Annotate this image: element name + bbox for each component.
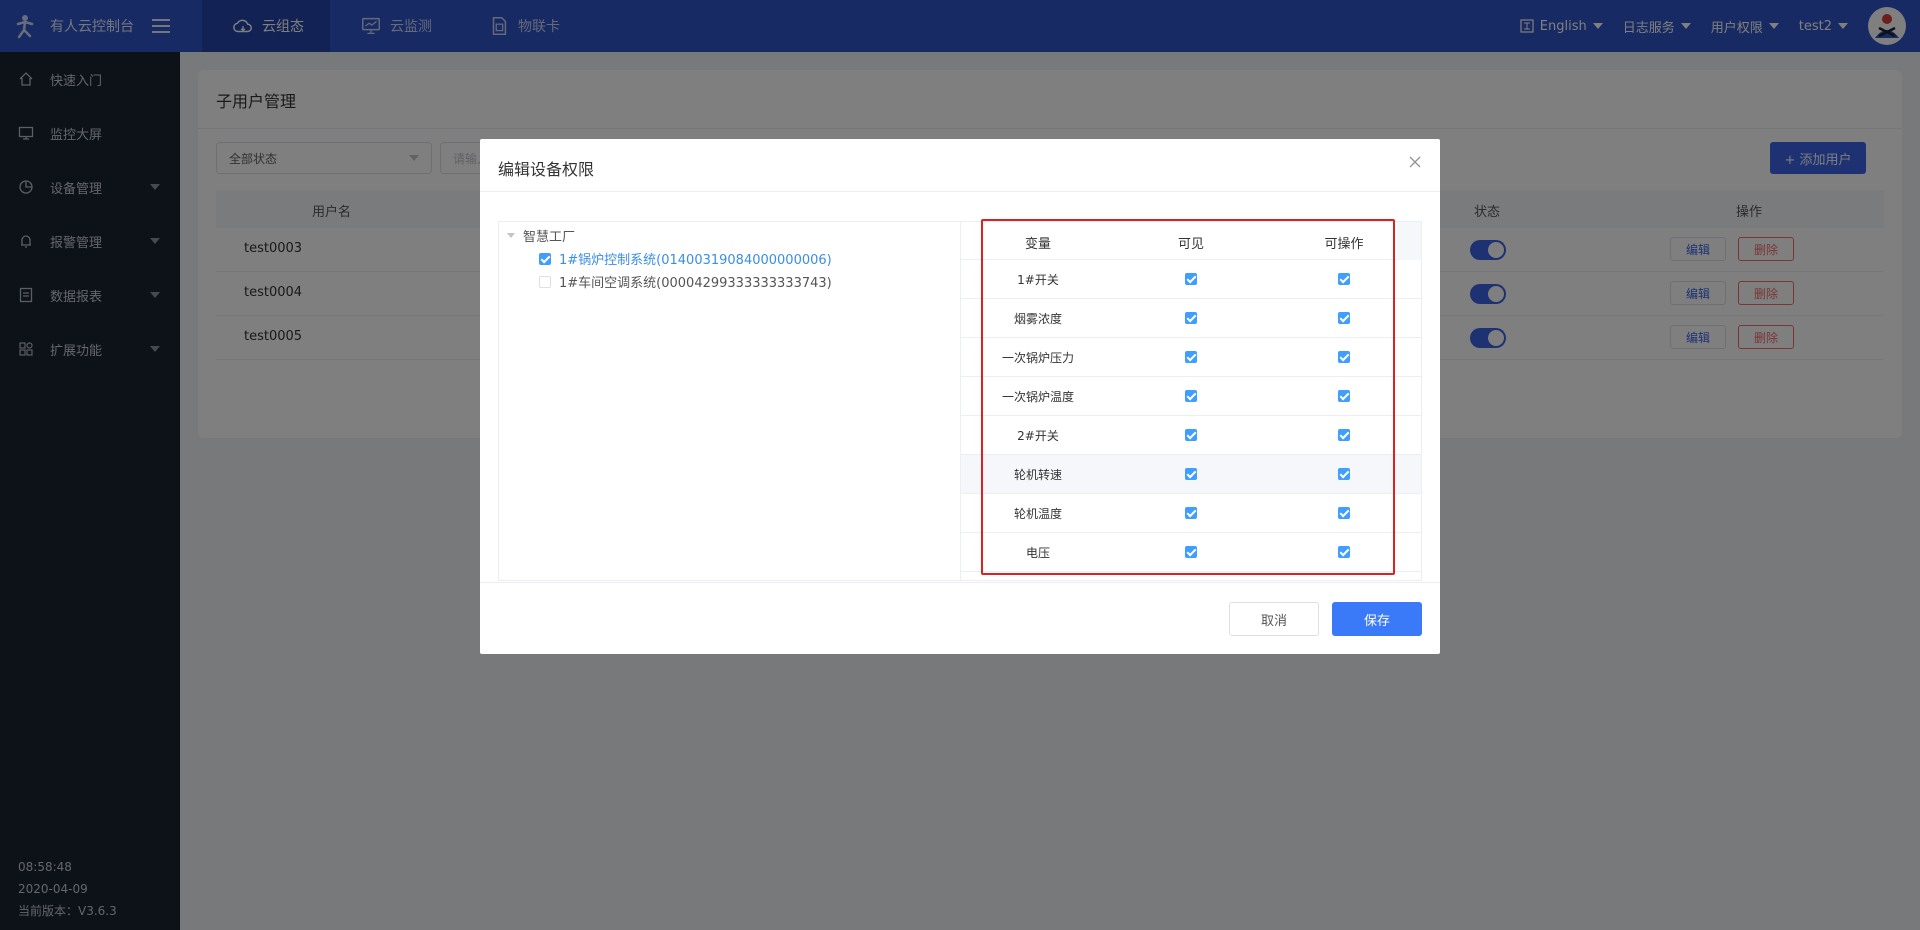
close-icon[interactable]: [1406, 153, 1424, 171]
tree-node-label: 1#锅炉控制系统(01400319084000000006): [559, 253, 832, 268]
dialog-title: 编辑设备权限: [498, 160, 595, 179]
caret-down-icon[interactable]: [507, 233, 515, 238]
highlight-box: [981, 219, 1395, 575]
scrollbar-gutter: [1397, 222, 1421, 260]
divider: [480, 191, 1440, 192]
edit-device-permission-dialog: 编辑设备权限 智慧工厂 1#锅炉控制系统(0140031908400000000…: [480, 139, 1440, 654]
tree-node-device[interactable]: 1#锅炉控制系统(01400319084000000006): [539, 249, 832, 268]
device-checkbox[interactable]: [539, 275, 551, 288]
device-tree: 智慧工厂 1#锅炉控制系统(01400319084000000006) 1#车间…: [498, 221, 960, 581]
tree-root-label: 智慧工厂: [523, 230, 576, 245]
tree-node-device[interactable]: 1#车间空调系统(00004299333333333743): [539, 272, 832, 291]
cancel-button[interactable]: 取消: [1229, 602, 1319, 636]
device-checkbox[interactable]: [539, 252, 551, 265]
save-button[interactable]: 保存: [1332, 602, 1422, 636]
tree-root[interactable]: 智慧工厂: [507, 226, 575, 245]
tree-node-label: 1#车间空调系统(00004299333333333743): [559, 276, 832, 291]
divider: [480, 582, 1440, 583]
